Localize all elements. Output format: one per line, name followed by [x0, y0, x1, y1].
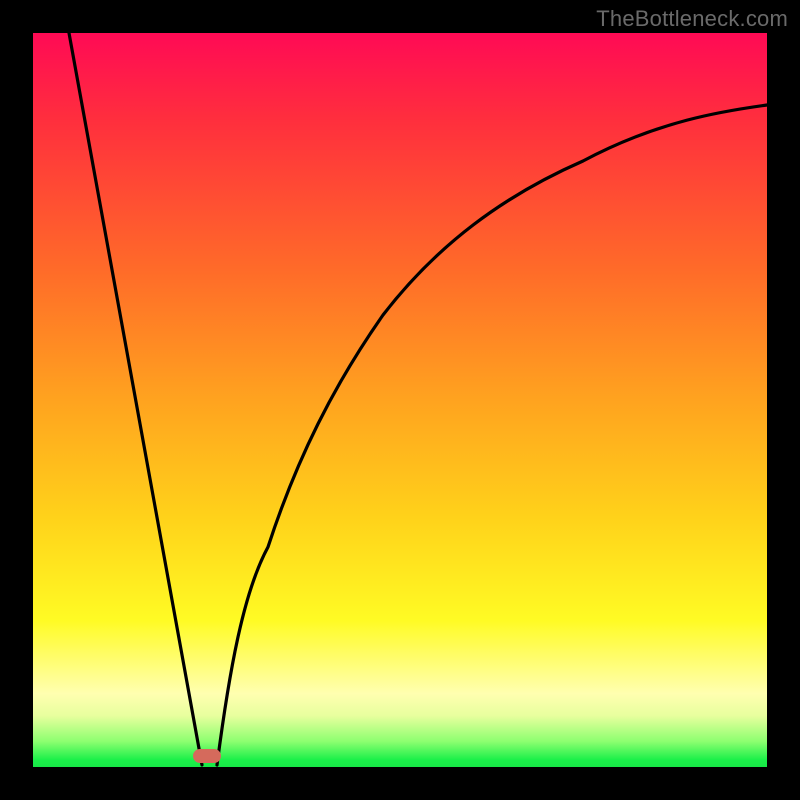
chart-plot-area [33, 33, 767, 767]
valley-marker [193, 749, 221, 763]
watermark-text: TheBottleneck.com [596, 6, 788, 32]
series-right-curve [217, 105, 767, 765]
chart-outer-frame: TheBottleneck.com [0, 0, 800, 800]
chart-line-layer [33, 33, 767, 767]
series-left-segment [69, 33, 202, 765]
